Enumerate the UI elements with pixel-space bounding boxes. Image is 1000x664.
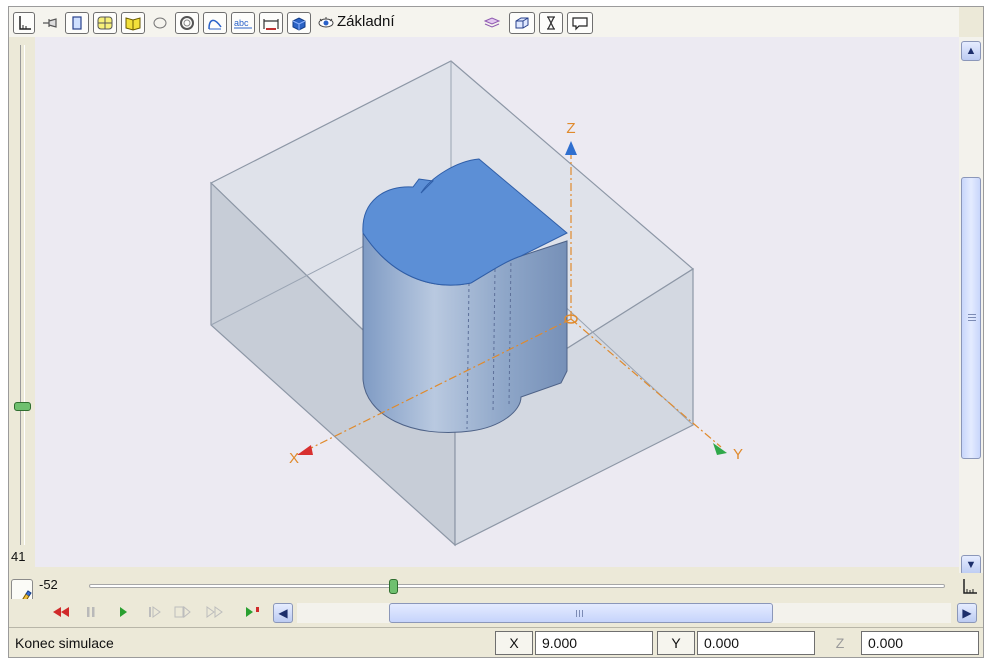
- status-message: Konec simulace: [15, 635, 114, 651]
- scroll-right-button[interactable]: ▶: [957, 603, 977, 623]
- vertical-slider-value: 41: [11, 549, 26, 564]
- book-icon[interactable]: [121, 12, 145, 34]
- y-coordinate-button[interactable]: Y: [657, 631, 695, 655]
- layers-icon[interactable]: [481, 12, 503, 34]
- horizontal-slider-row: -52: [9, 573, 983, 599]
- playback-row: ◀ ▶: [9, 599, 983, 625]
- z-coordinate-button[interactable]: Z: [821, 631, 859, 655]
- dimension-icon[interactable]: [259, 12, 283, 34]
- comment-icon[interactable]: [567, 12, 593, 34]
- pin-icon[interactable]: [39, 12, 61, 34]
- slider-track: [20, 45, 25, 545]
- axis-label-y: Y: [733, 446, 743, 463]
- view-mode-label[interactable]: Základní: [337, 13, 395, 30]
- scroll-left-button[interactable]: ◀: [273, 603, 293, 623]
- step-forward-icon[interactable]: [145, 604, 165, 620]
- vertical-scrollbar[interactable]: ▲ ▼: [959, 37, 983, 579]
- horizontal-slider-value: -52: [39, 577, 58, 592]
- panel-icon[interactable]: [65, 12, 89, 34]
- axis-toggle-icon[interactable]: [959, 576, 979, 596]
- axis-label-z: Z: [566, 120, 575, 137]
- status-bar: Konec simulace X 9.000 Y 0.000 Z 0.000: [9, 627, 983, 657]
- horizontal-scroll-thumb[interactable]: [389, 603, 773, 623]
- box-icon[interactable]: [509, 12, 535, 34]
- circle-outline-icon[interactable]: [149, 12, 171, 34]
- toolbar: abc Základní: [9, 7, 959, 37]
- scroll-down-button[interactable]: ▼: [961, 555, 981, 575]
- vertical-scroll-thumb[interactable]: [961, 177, 981, 459]
- eye-icon[interactable]: [315, 12, 337, 34]
- svg-text:abc: abc: [234, 18, 249, 28]
- pause-icon[interactable]: [81, 604, 101, 620]
- simulation-window: abc Základní 41 Z X Y ▲ ▼ -52 ◀ ▶ Konec …: [8, 6, 984, 658]
- slider-thumb[interactable]: [14, 402, 31, 411]
- hourglass-icon[interactable]: [539, 12, 563, 34]
- x-coordinate-value: 9.000: [535, 631, 653, 655]
- ring-icon[interactable]: [175, 12, 199, 34]
- fast-forward-icon[interactable]: [205, 604, 225, 620]
- solid-icon[interactable]: [287, 12, 311, 34]
- horizontal-slider-track[interactable]: [89, 584, 945, 588]
- text-abc-icon[interactable]: abc: [231, 12, 255, 34]
- x-coordinate-button[interactable]: X: [495, 631, 533, 655]
- y-coordinate-value: 0.000: [697, 631, 815, 655]
- play-icon[interactable]: [113, 604, 133, 620]
- axis-label-x: X: [289, 450, 299, 467]
- axis-icon[interactable]: [13, 12, 35, 34]
- grid-icon[interactable]: [93, 12, 117, 34]
- 3d-viewport[interactable]: Z X Y: [35, 37, 959, 567]
- play-to-stop-icon[interactable]: [243, 604, 263, 620]
- end-segment-icon[interactable]: [173, 604, 193, 620]
- curve-icon[interactable]: [203, 12, 227, 34]
- scroll-up-button[interactable]: ▲: [961, 41, 981, 61]
- rewind-icon[interactable]: [51, 604, 71, 620]
- vertical-time-slider[interactable]: [9, 37, 35, 567]
- z-coordinate-value: 0.000: [861, 631, 979, 655]
- horizontal-slider-thumb[interactable]: [389, 579, 398, 594]
